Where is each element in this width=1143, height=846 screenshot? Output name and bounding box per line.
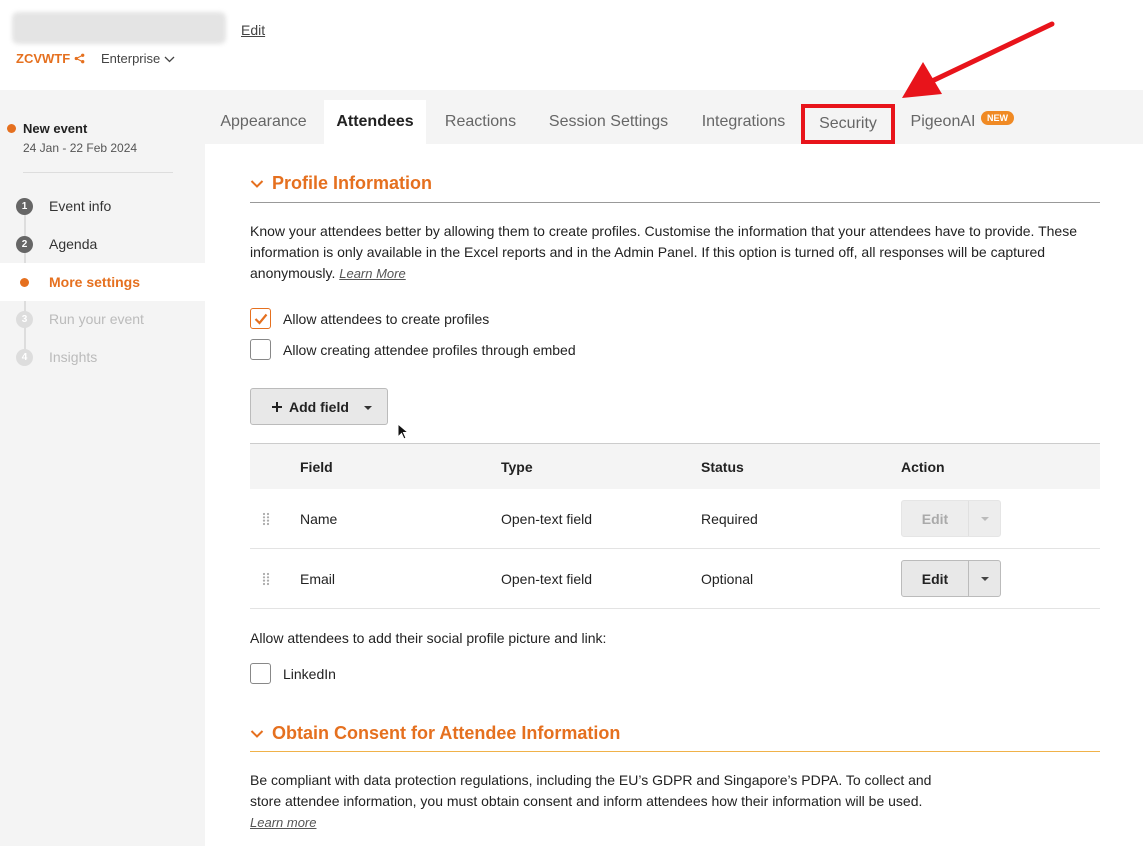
field-name: Name <box>300 510 338 527</box>
allow-embed-checkbox[interactable] <box>250 339 271 360</box>
caret-down-icon <box>364 406 372 410</box>
edit-title-link[interactable]: Edit <box>241 22 265 38</box>
field-type: Open-text field <box>501 570 593 587</box>
tab-integrations[interactable]: Integrations <box>687 100 800 144</box>
consent-description: Be compliant with data protection regula… <box>250 770 931 833</box>
column-header-action: Action <box>901 458 945 475</box>
profile-description: Know your attendees better by allowing t… <box>250 221 1100 284</box>
tab-attendees[interactable]: Attendees <box>324 100 426 144</box>
step-number: 1 <box>16 197 33 215</box>
active-step-dot <box>20 277 29 287</box>
edit-email-split-button: Edit <box>901 560 1001 597</box>
sidebar-item-label: Event info <box>49 198 112 214</box>
learn-more-link[interactable]: Learn More <box>339 266 405 281</box>
section-divider <box>250 202 1100 203</box>
profile-section-toggle[interactable]: Profile Information <box>250 173 432 194</box>
caret-down-icon[interactable] <box>969 561 1000 596</box>
event-code[interactable]: ZCVWTF <box>16 51 85 66</box>
caret-down-icon <box>969 501 1000 536</box>
chevron-down-icon <box>164 56 175 62</box>
field-type: Open-text field <box>501 510 593 527</box>
step-number: 2 <box>16 235 33 253</box>
table-header: Field Type Status Action <box>250 443 1100 489</box>
consent-section-toggle[interactable]: Obtain Consent for Attendee Information <box>250 723 620 744</box>
description-line: anonymously. Learn More <box>250 263 1100 284</box>
event-code-label: ZCVWTF <box>16 51 71 66</box>
allow-embed-option[interactable]: Allow creating attendee profiles through… <box>250 339 576 360</box>
tab-reactions[interactable]: Reactions <box>430 100 531 144</box>
description-line: store attendee information, you must obt… <box>250 793 923 809</box>
event-status-dot <box>7 124 16 133</box>
drag-handle-icon[interactable] <box>262 489 270 548</box>
field-status: Optional <box>701 570 754 587</box>
event-title-blurred <box>12 12 226 44</box>
checkmark-icon <box>254 313 267 325</box>
sidebar-item-label: Agenda <box>49 236 98 252</box>
field-status: Required <box>701 510 758 527</box>
new-badge: NEW <box>981 111 1014 125</box>
learn-more-link[interactable]: Learn more <box>250 815 316 830</box>
sidebar-item-event-info[interactable]: 1 Event info <box>0 187 205 225</box>
sidebar-item-label: Insights <box>49 349 98 365</box>
linkedin-label: LinkedIn <box>283 665 336 682</box>
plan-label: Enterprise <box>101 51 161 66</box>
profile-fields-table: Field Type Status Action Name Open-text … <box>250 443 1100 609</box>
description-text: anonymously. <box>250 265 336 281</box>
description-line: Be compliant with data protection regula… <box>250 772 932 788</box>
add-field-label: Add field <box>289 398 349 415</box>
chevron-down-icon <box>250 179 264 188</box>
plus-icon <box>272 401 282 412</box>
linkedin-option[interactable]: LinkedIn <box>250 663 336 684</box>
sidebar-item-run-your-event[interactable]: 3 Run your event <box>0 300 205 338</box>
mouse-cursor-icon <box>397 423 409 440</box>
section-title: Profile Information <box>272 173 433 193</box>
allow-profiles-option[interactable]: Allow attendees to create profiles <box>250 308 489 329</box>
chevron-down-icon <box>250 729 264 738</box>
edit-button: Edit <box>902 501 969 536</box>
table-row: Email Open-text field Optional Edit <box>250 549 1100 609</box>
sidebar-divider <box>23 172 173 173</box>
annotation-arrow-icon <box>902 21 1055 98</box>
sidebar: New event 24 Jan - 22 Feb 2024 1 Event i… <box>0 90 205 846</box>
social-prompt: Allow attendees to add their social prof… <box>250 630 607 646</box>
step-number: 3 <box>16 310 33 328</box>
sidebar-item-more-settings[interactable]: More settings <box>0 263 205 301</box>
edit-name-split-button: Edit <box>901 500 1001 537</box>
section-title: Obtain Consent for Attendee Information <box>272 723 621 743</box>
allow-profiles-checkbox[interactable] <box>250 308 271 329</box>
sidebar-item-agenda[interactable]: 2 Agenda <box>0 225 205 263</box>
sidebar-item-insights[interactable]: 4 Insights <box>0 338 205 376</box>
event-dates: 24 Jan - 22 Feb 2024 <box>23 141 138 155</box>
section-divider <box>250 751 1100 752</box>
allow-profiles-label: Allow attendees to create profiles <box>283 310 490 327</box>
field-name: Email <box>300 570 336 587</box>
description-line: information is only available in the Exc… <box>250 244 1046 260</box>
main-content: Profile Information Know your attendees … <box>205 144 1143 846</box>
drag-handle-icon[interactable] <box>262 549 270 608</box>
edit-button[interactable]: Edit <box>902 561 969 596</box>
sidebar-item-label: Run your event <box>49 311 144 327</box>
tab-security[interactable]: Security <box>801 104 895 144</box>
description-line: Know your attendees better by allowing t… <box>250 223 1077 239</box>
add-field-button[interactable]: Add field <box>250 388 388 425</box>
share-icon <box>74 53 85 64</box>
column-header-field: Field <box>300 458 333 475</box>
tab-session-settings[interactable]: Session Settings <box>535 100 682 144</box>
step-number: 4 <box>16 348 33 366</box>
allow-embed-label: Allow creating attendee profiles through… <box>283 341 576 358</box>
plan-selector[interactable]: Enterprise <box>101 51 175 66</box>
tab-appearance[interactable]: Appearance <box>205 100 322 144</box>
table-row: Name Open-text field Required Edit <box>250 489 1100 549</box>
column-header-status: Status <box>701 458 744 475</box>
event-name: New event <box>23 121 88 136</box>
column-header-type: Type <box>501 458 533 475</box>
linkedin-checkbox[interactable] <box>250 663 271 684</box>
sidebar-item-label: More settings <box>49 274 141 290</box>
